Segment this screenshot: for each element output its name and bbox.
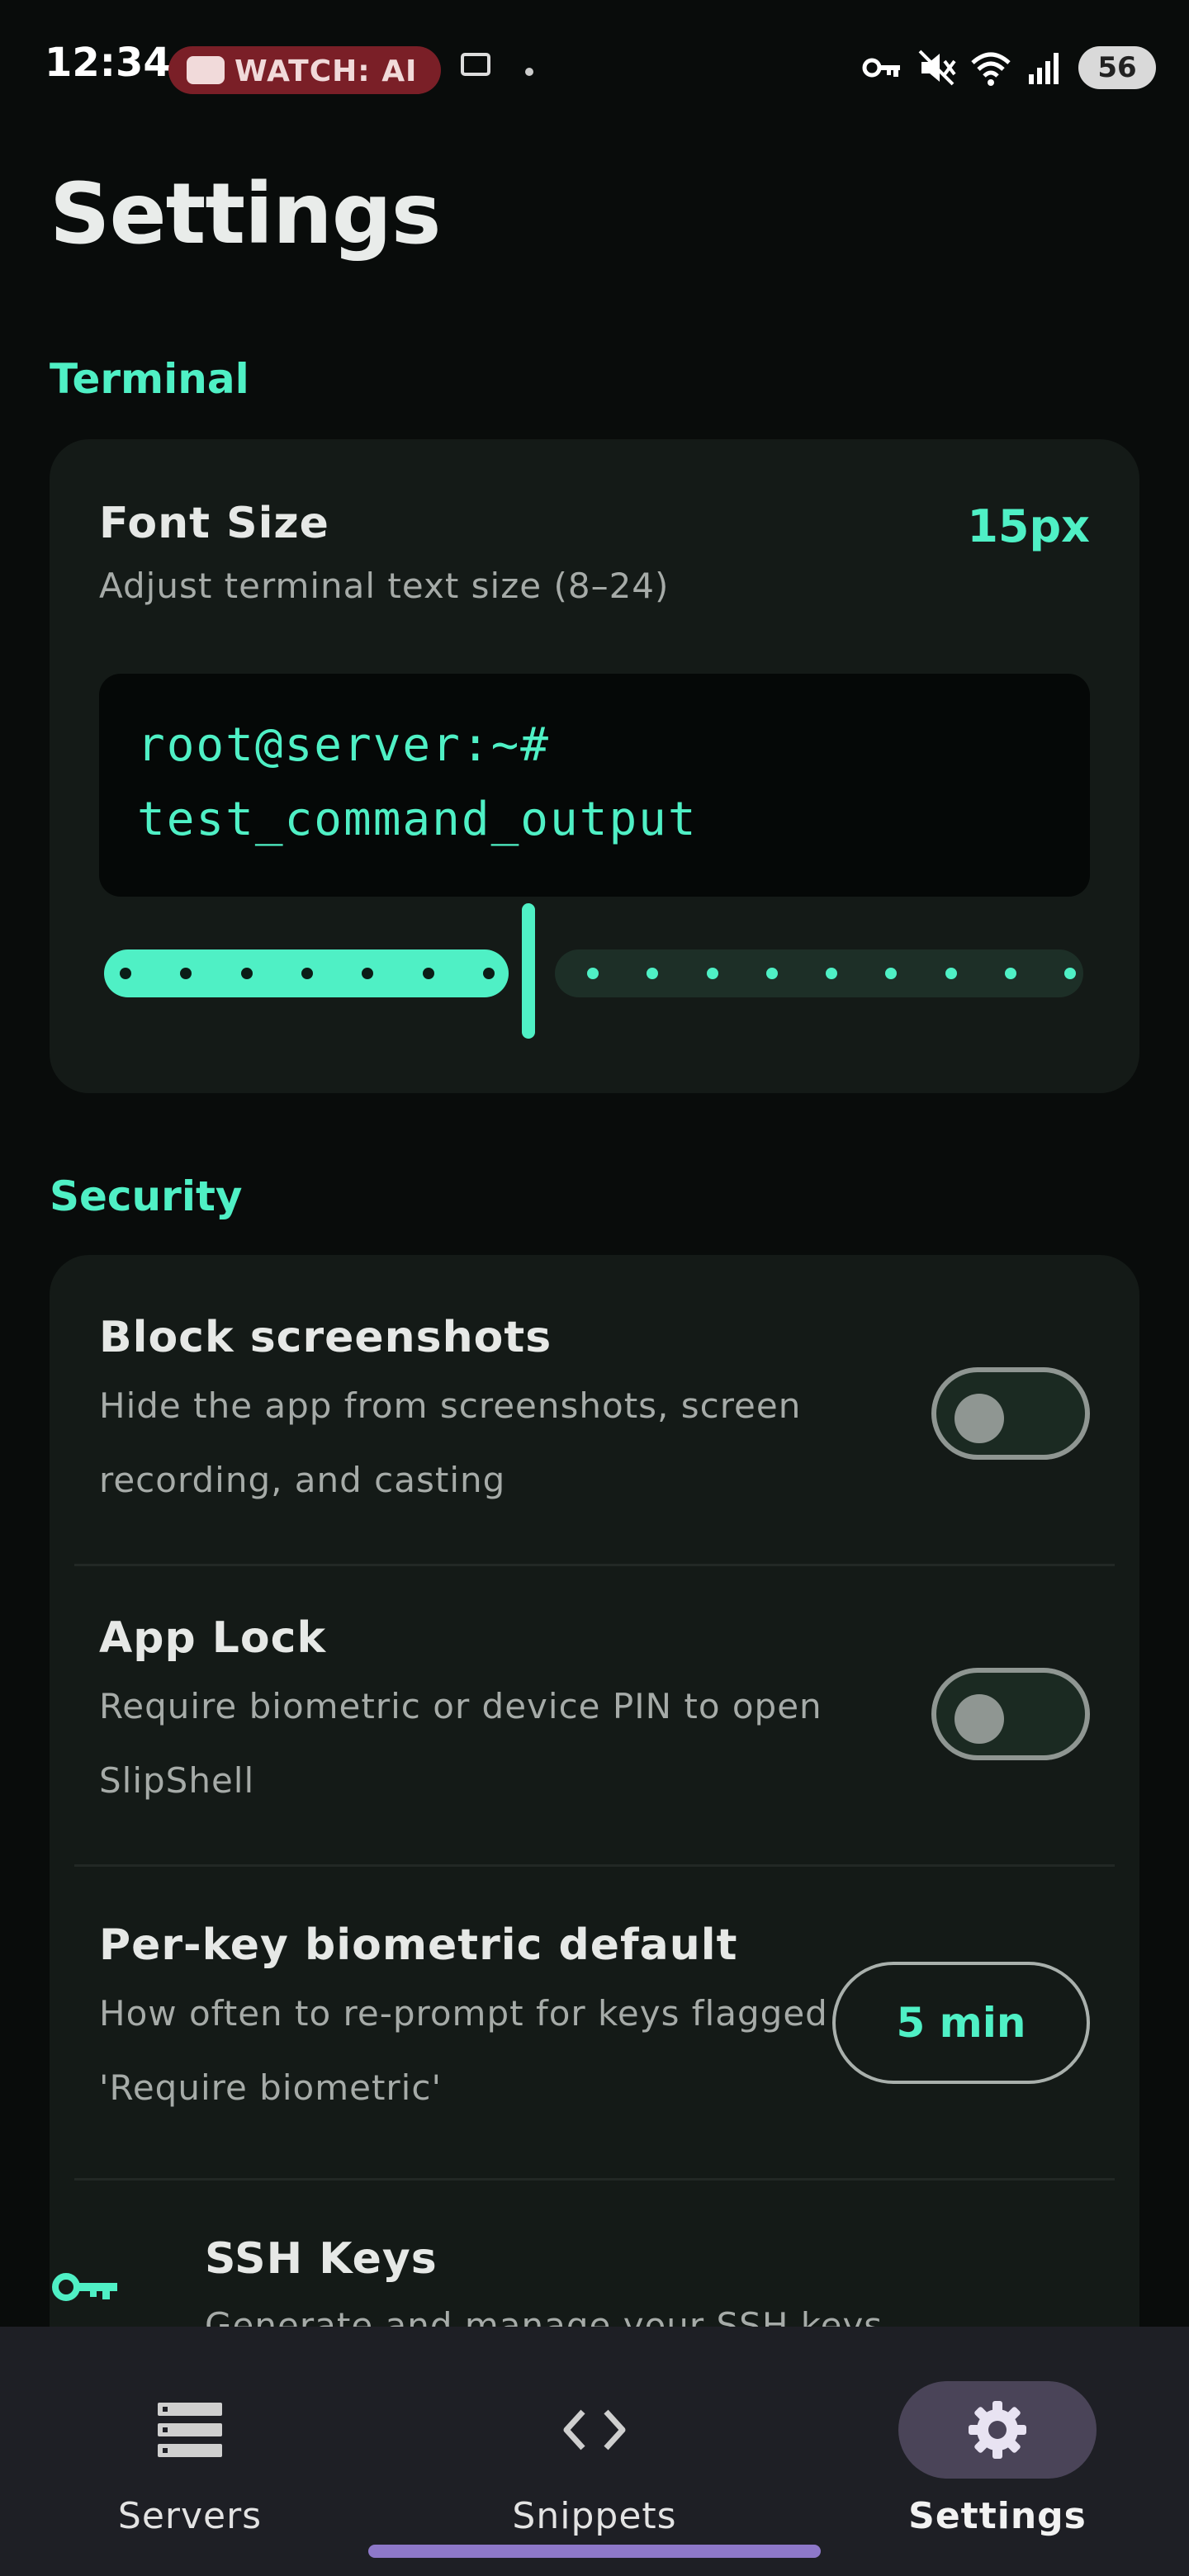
slider-tick xyxy=(301,968,313,979)
nav-item-snippets[interactable]: Snippets xyxy=(471,2365,718,2537)
font-size-value: 15px xyxy=(967,500,1090,552)
notification-dot xyxy=(525,68,533,76)
bottom-navigation: Servers Snippets Settings xyxy=(0,2327,1189,2576)
biometric-default-description: 'Require biometric' xyxy=(99,2067,442,2108)
servers-icon xyxy=(158,2403,222,2457)
slider-tick xyxy=(422,968,434,979)
section-title-terminal: Terminal xyxy=(50,355,249,403)
nav-icon-container xyxy=(91,2381,289,2479)
terminal-preview-line: test_command_output xyxy=(137,793,698,846)
ssh-keys-title: SSH Keys xyxy=(205,2234,438,2284)
gear-icon xyxy=(969,2401,1026,2459)
divider xyxy=(74,1864,1115,1867)
battery-indicator: 56 xyxy=(1078,46,1156,89)
block-screenshots-toggle[interactable] xyxy=(931,1367,1090,1460)
divider xyxy=(74,2178,1115,2181)
divider xyxy=(74,1564,1115,1566)
slider-tick xyxy=(483,968,495,979)
status-icons: 56 xyxy=(860,46,1156,89)
status-bar: 12:34 WATCH: AI 56 xyxy=(0,0,1189,140)
slider-tick xyxy=(765,968,778,979)
slider-thumb[interactable] xyxy=(522,903,535,1039)
app-lock-title: App Lock xyxy=(99,1613,327,1663)
nav-icon-container-active xyxy=(898,2381,1097,2479)
biometric-default-description: How often to re-prompt for keys flagged xyxy=(99,1993,828,2034)
live-activity-pill[interactable]: WATCH: AI xyxy=(168,46,441,94)
live-activity-label: WATCH: AI xyxy=(234,54,418,88)
nav-item-servers[interactable]: Servers xyxy=(66,2365,314,2537)
video-icon xyxy=(187,56,225,84)
app-lock-description: Require biometric or device PIN to open xyxy=(99,1686,822,1726)
home-indicator[interactable] xyxy=(368,2545,821,2558)
app-lock-toggle[interactable] xyxy=(931,1668,1090,1760)
biometric-interval-button[interactable]: 5 min xyxy=(832,1962,1090,2084)
page-title: Settings xyxy=(50,165,441,263)
nav-label-settings: Settings xyxy=(908,2495,1087,2537)
vpn-key-icon xyxy=(862,58,900,78)
status-time: 12:34 xyxy=(45,40,171,86)
font-size-slider[interactable] xyxy=(104,902,1095,1042)
slider-tick xyxy=(120,968,131,979)
font-size-title: Font Size xyxy=(99,499,329,548)
slider-tick xyxy=(240,968,253,979)
block-screenshots-title: Block screenshots xyxy=(99,1313,552,1362)
nav-icon-container xyxy=(495,2381,694,2479)
slider-tick xyxy=(945,968,957,979)
toggle-knob xyxy=(955,1394,1004,1443)
slider-tick xyxy=(826,968,837,979)
code-icon xyxy=(563,2409,626,2451)
key-icon xyxy=(52,2273,117,2301)
terminal-settings-card: Font Size 15px Adjust terminal text size… xyxy=(50,439,1139,1093)
block-screenshots-description: Hide the app from screenshots, screen xyxy=(99,1385,802,1426)
nav-label-servers: Servers xyxy=(117,2495,263,2537)
app-lock-description: SlipShell xyxy=(99,1760,255,1801)
security-settings-card: Block screenshots Hide the app from scre… xyxy=(50,1255,1139,2378)
mute-icon xyxy=(918,50,956,86)
wifi-icon xyxy=(971,52,1011,86)
slider-tick xyxy=(1004,968,1016,979)
section-title-security: Security xyxy=(50,1172,243,1220)
terminal-preview: root@server:~# test_command_output xyxy=(99,674,1090,897)
biometric-default-title: Per-key biometric default xyxy=(99,1920,738,1970)
block-screenshots-description: recording, and casting xyxy=(99,1460,506,1500)
screen-cast-icon xyxy=(461,53,490,76)
font-size-description: Adjust terminal text size (8–24) xyxy=(99,566,670,606)
nav-item-settings[interactable]: Settings xyxy=(874,2365,1121,2537)
slider-tick xyxy=(587,968,599,979)
slider-tick xyxy=(1064,968,1076,979)
toggle-knob xyxy=(955,1694,1004,1744)
signal-icon xyxy=(1029,53,1059,84)
nav-label-snippets: Snippets xyxy=(512,2495,677,2537)
slider-tick xyxy=(706,968,718,979)
terminal-preview-line: root@server:~# xyxy=(137,718,551,772)
